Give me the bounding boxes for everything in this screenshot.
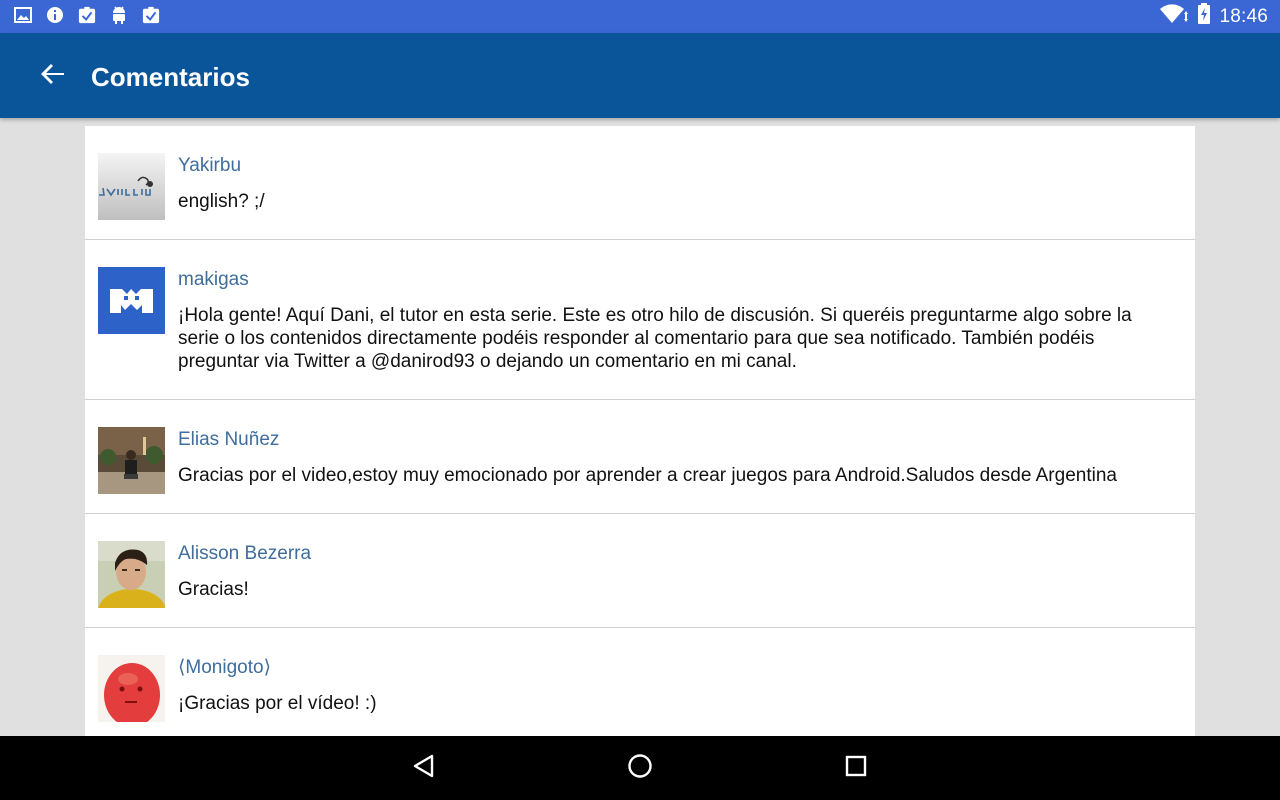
comment-text: Gracias por el video,estoy muy emocionad… [178,465,1117,486]
comment-item[interactable]: Elias Nuñez Gracias por el video,estoy m… [85,400,1195,514]
info-icon [46,6,64,24]
comment-author[interactable]: Yakirbu [178,152,1155,180]
comment-author[interactable]: makigas [178,266,1155,294]
avatar [98,153,165,220]
avatar [98,541,165,608]
clipboard-check-icon [78,6,96,24]
comment-author[interactable]: Elias Nuñez [178,426,1155,454]
status-time: 18:46 [1219,5,1268,27]
comment-text: Gracias! [178,579,249,600]
notification-icons [14,6,160,24]
comment-item[interactable]: ⟨Monigoto⟩ ¡Gracias por el vídeo! :) [85,628,1195,736]
android-icon [110,6,128,24]
avatar [98,655,165,722]
clipboard-check-icon [142,6,160,24]
system-status: 18:46 [1159,0,1268,33]
recents-square-icon [844,754,868,783]
nav-back-button[interactable] [408,752,440,784]
comment-item[interactable]: makigas ¡Hola gente! Aquí Dani, el tutor… [85,240,1195,400]
comment-author[interactable]: Alisson Bezerra [178,540,1155,568]
home-circle-icon [627,753,653,784]
comment-text: ¡Hola gente! Aquí Dani, el tutor en esta… [178,305,1132,372]
navigation-bar [0,736,1280,800]
comment-item[interactable]: Yakirbu english? ;/ [85,126,1195,240]
gallery-icon [14,6,32,24]
nav-recents-button[interactable] [840,752,872,784]
status-bar: 18:46 [0,0,1280,33]
avatar [98,427,165,494]
page-title: Comentarios [91,62,250,92]
comment-list[interactable]: Yakirbu english? ;/ makigas ¡Hola gente!… [85,126,1195,736]
comment-text: ¡Gracias por el vídeo! :) [178,693,377,714]
arrow-back-icon [40,61,66,92]
app-bar: Comentarios [0,33,1280,118]
comment-author[interactable]: ⟨Monigoto⟩ [178,654,1155,682]
back-triangle-icon [411,753,437,784]
nav-home-button[interactable] [624,752,656,784]
wifi-icon [1159,4,1189,29]
battery-icon [1197,3,1211,30]
comment-text: english? ;/ [178,191,265,212]
back-button[interactable] [30,53,76,99]
avatar [98,267,165,334]
comment-item[interactable]: Alisson Bezerra Gracias! [85,514,1195,628]
